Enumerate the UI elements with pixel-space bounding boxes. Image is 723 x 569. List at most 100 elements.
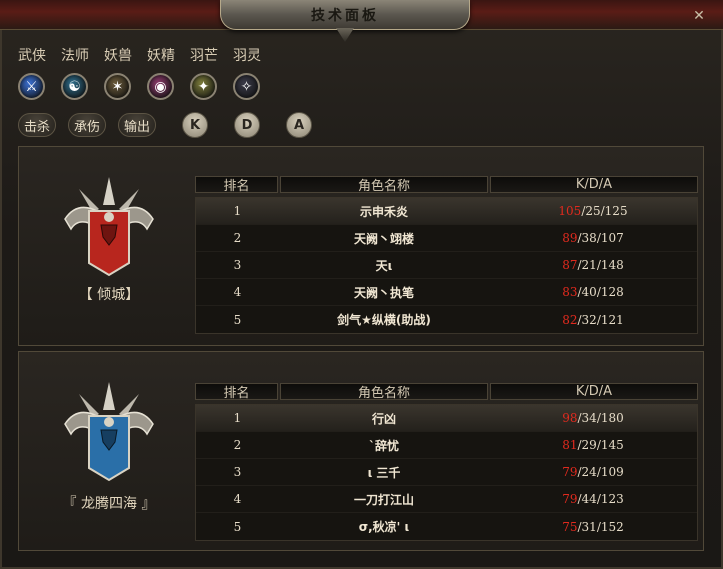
rank-cell: 3 — [233, 465, 242, 479]
deaths-assists-value: /25/125 — [581, 204, 628, 218]
player-name-cell: 天阙丶翊楼 — [353, 231, 414, 246]
table-header: 排名 角色名称 K/D/A — [195, 176, 698, 194]
kills-value: 87 — [562, 258, 578, 272]
deaths-assists-value: /40/128 — [577, 285, 624, 299]
title-plate: 技术面板 — [220, 0, 470, 30]
deaths-assists-value: /31/152 — [577, 519, 624, 534]
table-row[interactable]: 5 σ,秋凉' ι 75/31/152 — [196, 513, 697, 540]
player-name-cell: 天阙丶执笔 — [353, 285, 414, 300]
table-row[interactable]: 1 行凶 98/34/180 — [196, 405, 697, 432]
kda-cell: 87/21/148 — [489, 258, 697, 272]
name-column-header[interactable]: 角色名称 — [280, 176, 488, 194]
team-name: 『 龙腾四海 』 — [62, 496, 156, 512]
player-name-cell: σ,秋凉' ι — [358, 520, 410, 534]
player-name-cell: 一刀打江山 — [353, 492, 414, 507]
kda-cell: 83/40/128 — [489, 285, 697, 299]
red-banner-emblem-icon — [64, 177, 154, 277]
deaths-assists-value: /21/148 — [577, 258, 624, 272]
player-name-cell: `辞忧 — [368, 438, 399, 453]
kills-value: 83 — [562, 285, 578, 299]
table-row[interactable]: 2 `辞忧 81/29/145 — [196, 432, 697, 459]
rank-cell: 4 — [233, 285, 242, 299]
kda-column-header[interactable]: K/D/A — [490, 176, 698, 193]
deaths-assists-value: /24/109 — [577, 465, 624, 479]
player-name-cell: 行凶 — [371, 411, 396, 426]
team-panel-2: 『 龙腾四海 』 排名 角色名称 K/D/A 1 行凶 98/34/180 2 `辞忧 8… — [18, 351, 704, 551]
table-header: 排名 角色名称 K/D/A — [195, 383, 698, 401]
taiji-icon[interactable]: ☯ — [61, 73, 88, 100]
kda-cell: 79/24/109 — [489, 465, 697, 479]
window-title: 技术面板 — [311, 7, 379, 24]
kda-cell: 82/32/121 — [489, 313, 697, 327]
player-name-cell: 天ι — [375, 258, 393, 273]
table-row[interactable]: 3 天ι 87/21/148 — [196, 252, 697, 279]
name-column-header[interactable]: 角色名称 — [280, 383, 488, 401]
rank-column-header[interactable]: 排名 — [195, 383, 278, 401]
rank-cell: 4 — [233, 492, 242, 506]
kda-cell: 81/29/145 — [489, 438, 697, 452]
class-filter-icons: ⚔ ☯ ✶ ◉ ✦ ✧ — [18, 73, 276, 100]
class-label: 武侠 — [18, 48, 46, 64]
kda-cell: 98/34/180 — [489, 411, 697, 425]
kda-column-header[interactable]: K/D/A — [490, 383, 698, 400]
class-label: 妖兽 — [104, 48, 132, 64]
kills-value: 82 — [562, 312, 578, 327]
sort-a-button[interactable]: A — [286, 112, 313, 138]
team-1-table: 排名 角色名称 K/D/A 1 示申禾炎 105/25/125 2 天阙丶翊楼 89/38… — [195, 176, 698, 334]
kda-cell: 79/44/123 — [489, 492, 697, 506]
player-name-cell: 剑气★纵横(助战) — [337, 313, 431, 327]
rank-cell: 5 — [233, 312, 242, 327]
deaths-assists-value: /34/180 — [577, 411, 624, 425]
blue-banner-emblem-icon — [64, 382, 154, 482]
class-label-row: 武侠 法师 妖兽 妖精 羽芒 羽灵 — [18, 45, 276, 65]
rank-cell: 5 — [233, 519, 242, 534]
rank-column-header[interactable]: 排名 — [195, 176, 278, 194]
rank-cell: 1 — [233, 411, 242, 425]
table-body: 1 行凶 98/34/180 2 `辞忧 81/29/145 3 ι 三千 79/24/109 4… — [195, 404, 698, 541]
sort-k-button[interactable]: K — [182, 112, 209, 138]
kills-value: 81 — [562, 438, 578, 452]
feather-blade-icon[interactable]: ✦ — [190, 73, 217, 100]
table-row[interactable]: 1 示申禾炎 105/25/125 — [196, 198, 697, 225]
class-label: 羽灵 — [233, 48, 261, 64]
close-button[interactable]: ✕ — [691, 8, 707, 24]
sword-icon[interactable]: ⚔ — [18, 73, 45, 100]
deaths-assists-value: /38/107 — [577, 231, 624, 245]
feather-wing-icon[interactable]: ✧ — [233, 73, 260, 100]
class-label: 法师 — [61, 48, 89, 64]
class-label: 羽芒 — [190, 48, 218, 64]
kills-value: 75 — [562, 519, 578, 534]
kills-value: 79 — [562, 492, 578, 506]
table-body: 1 示申禾炎 105/25/125 2 天阙丶翊楼 89/38/107 3 天ι 87/21/1… — [195, 197, 698, 334]
table-row[interactable]: 2 天阙丶翊楼 89/38/107 — [196, 225, 697, 252]
beast-claw-icon[interactable]: ✶ — [104, 73, 131, 100]
kda-cell: 75/31/152 — [489, 520, 697, 534]
spirit-orb-icon[interactable]: ◉ — [147, 73, 174, 100]
team-name: 【 倾城】 — [78, 287, 140, 303]
deaths-assists-value: /44/123 — [577, 492, 624, 506]
kills-button[interactable]: 击杀 — [18, 113, 57, 137]
stat-button-row: 击杀 承伤 输出 K D A — [18, 112, 338, 138]
kills-value: 105 — [558, 204, 582, 218]
kills-value: 79 — [562, 465, 578, 479]
rank-cell: 2 — [233, 438, 242, 452]
kda-cell: 105/25/125 — [489, 204, 697, 218]
team-panel-1: 【 倾城】 排名 角色名称 K/D/A 1 示申禾炎 105/25/125 2 天阙丶翊… — [18, 146, 704, 346]
damage-dealt-button[interactable]: 输出 — [118, 113, 157, 137]
table-row[interactable]: 4 天阙丶执笔 83/40/128 — [196, 279, 697, 306]
class-label: 妖精 — [147, 48, 175, 64]
sort-d-button[interactable]: D — [234, 112, 261, 138]
player-name-cell: ι 三千 — [367, 465, 401, 480]
rank-cell: 3 — [233, 258, 242, 272]
kills-value: 89 — [562, 231, 578, 245]
team-2-table: 排名 角色名称 K/D/A 1 行凶 98/34/180 2 `辞忧 81/29/145 3… — [195, 383, 698, 541]
damage-taken-button[interactable]: 承伤 — [68, 113, 107, 137]
deaths-assists-value: /29/145 — [577, 438, 624, 452]
kda-cell: 89/38/107 — [489, 231, 697, 245]
deaths-assists-value: /32/121 — [577, 312, 624, 327]
table-row[interactable]: 3 ι 三千 79/24/109 — [196, 459, 697, 486]
rank-cell: 1 — [233, 204, 242, 218]
table-row[interactable]: 5 剑气★纵横(助战) 82/32/121 — [196, 306, 697, 333]
rank-cell: 2 — [233, 231, 242, 245]
table-row[interactable]: 4 一刀打江山 79/44/123 — [196, 486, 697, 513]
